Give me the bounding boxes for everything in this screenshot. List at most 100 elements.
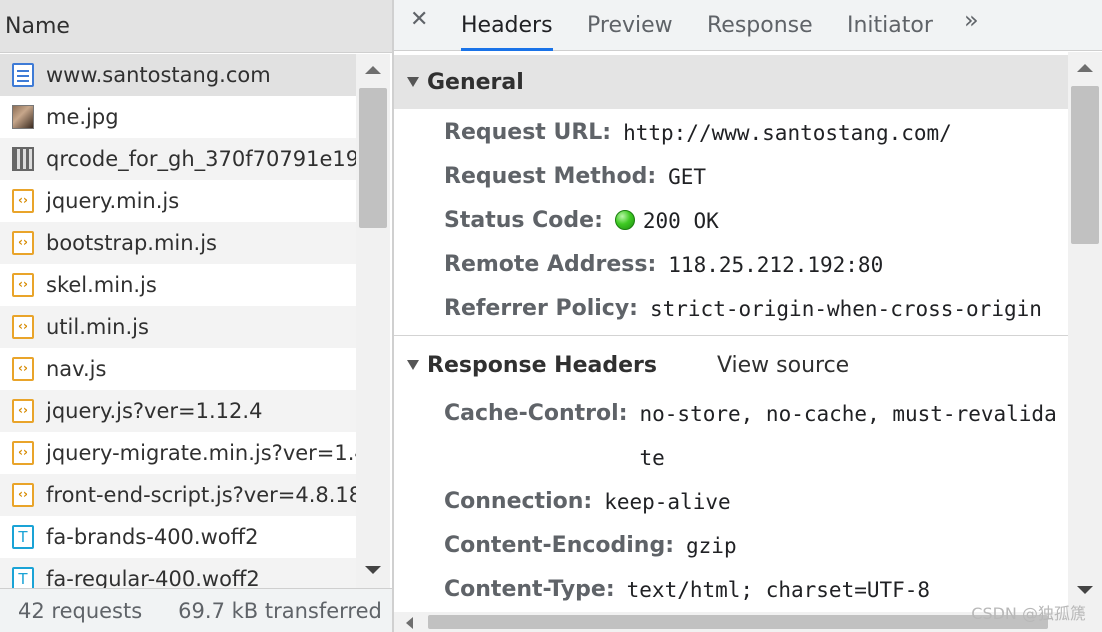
- header-value: 118.25.212.192:80: [668, 253, 884, 277]
- request-name: util.min.js: [46, 315, 149, 339]
- request-row[interactable]: www.santostang.com: [0, 54, 356, 96]
- tab-response[interactable]: Response: [707, 0, 813, 51]
- header-value: keep-alive: [604, 490, 731, 514]
- close-icon[interactable]: ✕: [410, 7, 428, 32]
- header-row: Request Method: GET: [394, 155, 1068, 199]
- request-list-scrollbar[interactable]: [356, 54, 390, 588]
- scroll-down-arrow-icon[interactable]: [1077, 586, 1093, 594]
- script-icon: [12, 357, 34, 381]
- header-value: http://www.santostang.com/: [623, 121, 952, 145]
- more-tabs-chevron-icon[interactable]: »: [964, 6, 979, 34]
- tab-headers[interactable]: Headers: [461, 0, 553, 51]
- script-icon: [12, 441, 34, 465]
- request-name: fa-regular-400.woff2: [46, 567, 260, 588]
- details-scrollbar[interactable]: [1068, 52, 1102, 612]
- request-row[interactable]: front-end-script.js?ver=4.8.18: [0, 474, 356, 516]
- request-row[interactable]: fa-brands-400.woff2: [0, 516, 356, 558]
- request-name: skel.min.js: [46, 273, 157, 297]
- script-icon: [12, 399, 34, 423]
- tab-preview[interactable]: Preview: [587, 0, 673, 51]
- header-value: strict-origin-when-cross-origin: [649, 297, 1042, 321]
- scrollbar-thumb[interactable]: [359, 88, 387, 228]
- header-value-status: 200 OK: [614, 199, 719, 243]
- request-row[interactable]: util.min.js: [0, 306, 356, 348]
- header-row: Remote Address: 118.25.212.192:80: [394, 243, 1068, 287]
- header-key: Content-Encoding:: [444, 533, 675, 558]
- expand-triangle-icon: [407, 360, 419, 370]
- request-name: jquery.min.js: [46, 189, 180, 213]
- header-row: Connection: keep-alive: [394, 480, 1068, 524]
- header-key: Request URL:: [444, 120, 612, 145]
- scrollbar-thumb[interactable]: [1071, 86, 1099, 244]
- name-column-header[interactable]: Name: [0, 0, 392, 53]
- document-icon: [12, 63, 34, 87]
- request-name: nav.js: [46, 357, 107, 381]
- header-row: Referrer Policy: strict-origin-when-cros…: [394, 287, 1068, 331]
- section-title: Response Headers: [427, 352, 657, 378]
- header-key: Cache-Control:: [444, 401, 628, 426]
- request-name: bootstrap.min.js: [46, 231, 217, 255]
- qr-image-icon: [12, 147, 34, 171]
- script-icon: [12, 231, 34, 255]
- scroll-down-arrow-icon[interactable]: [365, 566, 381, 574]
- header-row: Cache-Control: no-store, no-cache, must-…: [394, 392, 1068, 480]
- transferred-size: 69.7 kB transferred: [178, 598, 382, 623]
- request-list: www.santostang.com me.jpg qrcode_for_gh_…: [0, 54, 356, 588]
- status-ok-dot-icon: [614, 210, 635, 230]
- scroll-left-arrow-icon[interactable]: [406, 617, 413, 629]
- request-row[interactable]: me.jpg: [0, 96, 356, 138]
- scroll-up-arrow-icon[interactable]: [365, 66, 381, 74]
- network-summary-bar: 42 requests 69.7 kB transferred: [0, 588, 392, 632]
- request-name: jquery.js?ver=1.12.4: [46, 399, 263, 423]
- view-source-link[interactable]: View source: [717, 353, 849, 378]
- request-row[interactable]: jquery-migrate.min.js?ver=1.4: [0, 432, 356, 474]
- request-name: front-end-script.js?ver=4.8.18: [46, 483, 356, 507]
- image-icon: [12, 105, 34, 129]
- expand-triangle-icon: [407, 77, 419, 87]
- request-details-pane: ✕ Headers Preview Response Initiator » G…: [394, 0, 1102, 632]
- response-headers-section-toggle[interactable]: Response Headers View source: [394, 338, 1068, 392]
- request-name: jquery-migrate.min.js?ver=1.4: [46, 441, 356, 465]
- script-icon: [12, 189, 34, 213]
- request-row[interactable]: nav.js: [0, 348, 356, 390]
- font-icon: [12, 567, 34, 588]
- script-icon: [12, 273, 34, 297]
- request-name: me.jpg: [46, 105, 119, 129]
- section-title: General: [427, 69, 524, 95]
- header-row: Content-Type: text/html; charset=UTF-8: [394, 568, 1068, 612]
- status-code-text: 200 OK: [642, 209, 719, 233]
- details-tab-bar: ✕ Headers Preview Response Initiator »: [394, 0, 1102, 51]
- section-divider: [394, 335, 1068, 336]
- header-row: Content-Encoding: gzip: [394, 524, 1068, 568]
- request-name: www.santostang.com: [46, 63, 271, 87]
- request-row[interactable]: skel.min.js: [0, 264, 356, 306]
- request-row[interactable]: bootstrap.min.js: [0, 222, 356, 264]
- header-value: gzip: [686, 534, 737, 558]
- request-name: fa-brands-400.woff2: [46, 525, 259, 549]
- script-icon: [12, 483, 34, 507]
- header-key: Connection:: [444, 489, 593, 514]
- request-row[interactable]: qrcode_for_gh_370f70791e19: [0, 138, 356, 180]
- request-list-pane: Name www.santostang.com me.jpg qrcode_fo…: [0, 0, 392, 632]
- tab-initiator[interactable]: Initiator: [847, 0, 933, 51]
- header-value: GET: [668, 165, 707, 189]
- horizontal-scrollbar-thumb[interactable]: [428, 615, 1048, 629]
- general-section-toggle[interactable]: General: [394, 55, 1068, 109]
- request-row[interactable]: jquery.min.js: [0, 180, 356, 222]
- header-key: Status Code:: [444, 208, 603, 233]
- header-row: Request URL: http://www.santostang.com/: [394, 111, 1068, 155]
- request-row[interactable]: fa-regular-400.woff2: [0, 558, 356, 588]
- header-key: Request Method:: [444, 164, 657, 189]
- header-value: no-store, no-cache, must-revalidate: [639, 402, 1057, 470]
- font-icon: [12, 525, 34, 549]
- scroll-up-arrow-icon[interactable]: [1077, 64, 1093, 72]
- header-row: Status Code: 200 OK: [394, 199, 1068, 243]
- headers-content: General Request URL: http://www.santosta…: [394, 52, 1068, 612]
- header-key: Referrer Policy:: [444, 296, 638, 321]
- request-count: 42 requests: [18, 598, 143, 623]
- request-name: qrcode_for_gh_370f70791e19: [46, 147, 356, 171]
- request-row[interactable]: jquery.js?ver=1.12.4: [0, 390, 356, 432]
- header-key: Content-Type:: [444, 577, 615, 602]
- script-icon: [12, 315, 34, 339]
- header-key: Remote Address:: [444, 252, 657, 277]
